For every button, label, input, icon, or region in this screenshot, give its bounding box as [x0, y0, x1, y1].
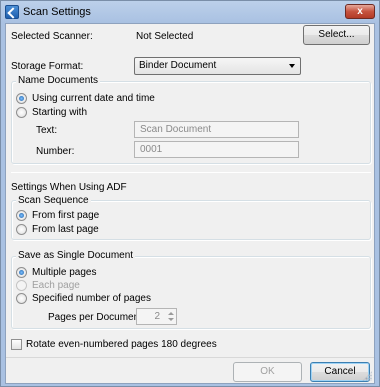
radio-from-first-page[interactable]	[16, 210, 27, 221]
radio-from-last-page[interactable]	[16, 224, 27, 235]
close-button[interactable]: x	[345, 4, 375, 19]
number-label: Number:	[36, 146, 75, 157]
chevron-down-icon	[289, 64, 295, 68]
ok-button[interactable]: OK	[233, 362, 302, 382]
footer-divider	[6, 357, 374, 358]
adf-settings-heading: Settings When Using ADF	[11, 182, 127, 193]
storage-format-label: Storage Format:	[11, 61, 84, 72]
rotate-even-pages-checkbox[interactable]	[11, 339, 22, 350]
pages-per-document-stepper[interactable]: 2	[136, 308, 177, 325]
radio-from-first-page-label[interactable]: From first page	[32, 210, 99, 221]
radio-each-page-label[interactable]: Each page	[32, 280, 80, 291]
spin-up-icon[interactable]	[168, 312, 174, 315]
radio-current-date-time[interactable]	[16, 93, 27, 104]
save-single-document-legend: Save as Single Document	[16, 250, 136, 261]
selected-scanner-value: Not Selected	[136, 31, 194, 42]
cancel-button[interactable]: Cancel	[310, 362, 370, 382]
radio-specified-number-label[interactable]: Specified number of pages	[32, 293, 151, 304]
radio-specified-number[interactable]	[16, 293, 27, 304]
pages-per-document-value: 2	[154, 311, 160, 322]
storage-format-value: Binder Document	[139, 60, 217, 71]
window-title: Scan Settings	[23, 6, 91, 18]
pages-per-document-label: Pages per Document:	[48, 312, 145, 323]
section-divider	[11, 172, 371, 173]
radio-current-date-time-label[interactable]: Using current date and time	[32, 93, 155, 104]
text-field[interactable]: Scan Document	[134, 121, 299, 138]
app-icon	[5, 5, 19, 19]
title-bar[interactable]: Scan Settings x	[1, 1, 379, 23]
number-field[interactable]: 0001	[134, 141, 299, 158]
close-icon: x	[357, 6, 363, 17]
radio-starting-with-label[interactable]: Starting with	[32, 107, 87, 118]
name-documents-legend: Name Documents	[16, 75, 101, 86]
rotate-even-pages-label[interactable]: Rotate even-numbered pages 180 degrees	[26, 339, 217, 350]
select-scanner-button[interactable]: Select...	[303, 25, 370, 45]
radio-multiple-pages-label[interactable]: Multiple pages	[32, 267, 96, 278]
scan-settings-window: Scan Settings x Selected Scanner: Not Se…	[0, 0, 380, 387]
radio-each-page[interactable]	[16, 280, 27, 291]
storage-format-select[interactable]: Binder Document	[134, 57, 301, 75]
selected-scanner-label: Selected Scanner:	[11, 31, 93, 42]
radio-multiple-pages[interactable]	[16, 267, 27, 278]
scan-sequence-legend: Scan Sequence	[16, 195, 91, 206]
dialog-body: Selected Scanner: Not Selected Select...…	[5, 23, 375, 384]
text-label: Text:	[36, 125, 58, 136]
spin-down-icon[interactable]	[168, 318, 174, 321]
radio-starting-with[interactable]	[16, 107, 27, 118]
radio-from-last-page-label[interactable]: From last page	[32, 224, 99, 235]
